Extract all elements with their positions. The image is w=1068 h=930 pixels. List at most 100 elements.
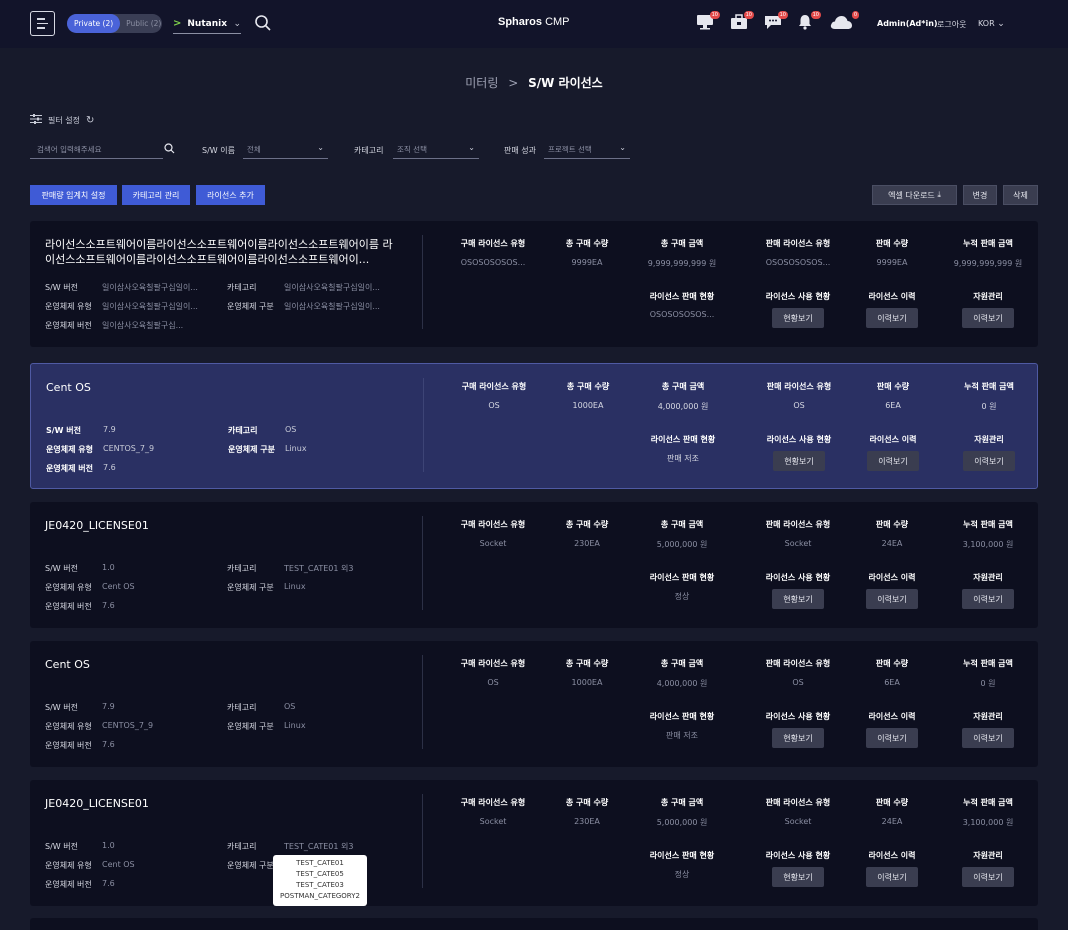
col-value: Socket (784, 817, 812, 826)
sw-version-value: 7.9 (103, 425, 116, 434)
license-card[interactable]: JE0420_LICENSE01 S/W 버전 1.0 운영체제 유형 Cent OS 운… (30, 502, 1038, 628)
col-value: 230EA (574, 817, 600, 826)
view-history-button[interactable]: 이력보기 (867, 451, 919, 471)
col-header: 누적 판매 금액 (963, 520, 1013, 529)
col-value: 6EA (884, 678, 900, 687)
sell-status-value: 정상 (674, 592, 690, 601)
view-resource-button[interactable]: 이력보기 (963, 451, 1015, 471)
threshold-button[interactable]: 판매량 임계치 설정 (30, 185, 117, 205)
sw-version-label: S/W 버전 (45, 703, 78, 712)
language-select[interactable]: KOR ⌄ (978, 19, 1005, 29)
view-resource-button[interactable]: 이력보기 (962, 589, 1014, 609)
category-manage-button[interactable]: 카테고리 관리 (122, 185, 190, 205)
view-usage-button[interactable]: 현황보기 (772, 728, 824, 748)
menu-icon[interactable] (30, 11, 55, 36)
license-card[interactable]: Cent OS S/W 버전 7.9 운영체제 유형 CENTOS_7_9 운영체제 버전… (30, 363, 1038, 489)
monitor-icon[interactable]: 10 (696, 11, 720, 32)
view-usage-button[interactable]: 현황보기 (772, 867, 824, 887)
col-value: 5,000,000 원 (656, 540, 708, 549)
view-usage-button[interactable]: 현황보기 (773, 451, 825, 471)
logout-link[interactable]: 로그아웃 (937, 19, 966, 30)
breadcrumb-parent[interactable]: 미터링 (465, 76, 498, 90)
view-usage-button[interactable]: 현황보기 (772, 308, 824, 328)
edit-button[interactable]: 변경 (963, 185, 997, 205)
col-header: 총 구매 금액 (660, 520, 704, 529)
license-card[interactable]: 라이선스소프트웨어이름라이선스소프트웨어이름라이선스소프트웨어이름 라이선스소프… (30, 221, 1038, 347)
os-version-value: 7.6 (102, 740, 115, 749)
sales-select[interactable]: 프로젝트 선택 ⌄ (544, 140, 630, 159)
card-divider (422, 794, 423, 888)
tooltip-item: POSTMAN_CATEGORY2 (280, 892, 360, 900)
view-history-button[interactable]: 이력보기 (866, 308, 918, 328)
col-header: 총 구매 금액 (660, 659, 704, 668)
excel-download-label: 엑셀 다운로드 (888, 190, 935, 200)
provider-select[interactable]: > Nutanix ⌄ (173, 14, 241, 34)
sw-name-select[interactable]: 전체 ⌄ (243, 140, 328, 159)
excel-download-button[interactable]: 엑셀 다운로드 ⤓ (872, 185, 957, 205)
category-value[interactable]: TEST_CATE01 외3 (284, 563, 353, 574)
view-resource-button[interactable]: 이력보기 (962, 728, 1014, 748)
os-class-label: 운영체제 구분 (227, 861, 274, 870)
view-usage-button[interactable]: 현황보기 (772, 589, 824, 609)
view-resource-button[interactable]: 이력보기 (962, 867, 1014, 887)
os-type-label: 운영체제 유형 (46, 445, 93, 454)
chevron-down-icon: ⌄ (468, 143, 475, 152)
user-name[interactable]: Admin(Ad*in) (877, 19, 938, 28)
scope-public-tab[interactable]: Public (2) (120, 19, 161, 28)
col-value: 9999EA (571, 258, 603, 267)
col-header: 총 구매 수량 (565, 798, 609, 807)
sw-version-label: S/W 버전 (45, 842, 78, 851)
col-value: Socket (479, 817, 507, 826)
sell-status-value: 판매 저조 (667, 454, 699, 463)
briefcase-icon[interactable]: 10 (730, 11, 754, 32)
notification-badge: 10 (810, 11, 821, 19)
col-value: 0 원 (981, 402, 997, 411)
category-select[interactable]: 조직 선택 ⌄ (393, 140, 479, 159)
chevron-down-icon: ⌄ (619, 143, 626, 152)
chevron-right-icon: > (508, 76, 519, 90)
view-resource-button[interactable]: 이력보기 (962, 308, 1014, 328)
col-header: 총 구매 금액 (661, 382, 705, 391)
col-header: 판매 수량 (875, 520, 909, 529)
view-history-button[interactable]: 이력보기 (866, 589, 918, 609)
os-type-value: Cent OS (102, 582, 135, 591)
add-license-button[interactable]: 라이선스 추가 (196, 185, 265, 205)
col-header: 총 구매 수량 (565, 520, 609, 529)
col-header: 자원관리 (973, 712, 1003, 721)
col-value: OS (792, 678, 804, 687)
scope-private-tab[interactable]: Private (2) (67, 14, 121, 33)
col-header: 라이선스 사용 현황 (765, 573, 831, 582)
nutanix-logo-icon: > (173, 18, 182, 29)
os-type-value: Cent OS (102, 860, 135, 869)
bell-icon[interactable]: 10 (797, 11, 821, 32)
col-header: 총 구매 금액 (660, 239, 704, 248)
category-value[interactable]: TEST_CATE01 외3 (284, 841, 353, 852)
scope-toggle[interactable]: Private (2) Public (2) (67, 14, 162, 33)
card-title: JE0420_LICENSE01 (45, 519, 149, 532)
card-title: JE0420_LICENSE01 (45, 797, 149, 810)
col-header: 누적 판매 금액 (963, 239, 1013, 248)
col-header: 판매 수량 (875, 659, 909, 668)
col-header: 라이선스 판매 현황 (650, 435, 716, 444)
search-icon[interactable] (254, 14, 272, 35)
card-divider (422, 516, 423, 610)
col-header: 판매 라이선스 유형 (765, 798, 831, 807)
chat-icon[interactable]: 10 (764, 11, 788, 32)
col-value: Socket (479, 539, 507, 548)
filter-sliders-icon (30, 114, 42, 126)
delete-button[interactable]: 삭제 (1003, 185, 1038, 205)
sw-name-value: 전체 (247, 145, 261, 154)
os-version-label: 운영체제 버전 (45, 602, 92, 611)
cloud-icon[interactable]: 0 (829, 11, 859, 32)
col-header: 라이선스 이력 (869, 435, 917, 444)
os-class-value: Linux (285, 444, 307, 453)
view-history-button[interactable]: 이력보기 (866, 867, 918, 887)
license-card[interactable]: JE0420_LICENSE01 S/W 버전 1.0 운영체제 유형 Cent OS 운… (30, 780, 1038, 906)
license-card[interactable] (30, 918, 1038, 930)
license-card[interactable]: Cent OS S/W 버전 7.9 운영체제 유형 CENTOS_7_9 운영체제 버전… (30, 641, 1038, 767)
refresh-icon[interactable]: ↻ (86, 115, 94, 126)
col-header: 총 구매 수량 (565, 659, 609, 668)
view-history-button[interactable]: 이력보기 (866, 728, 918, 748)
search-input[interactable]: 검색어 입력해주세요 (30, 140, 163, 159)
search-icon[interactable] (164, 143, 175, 157)
